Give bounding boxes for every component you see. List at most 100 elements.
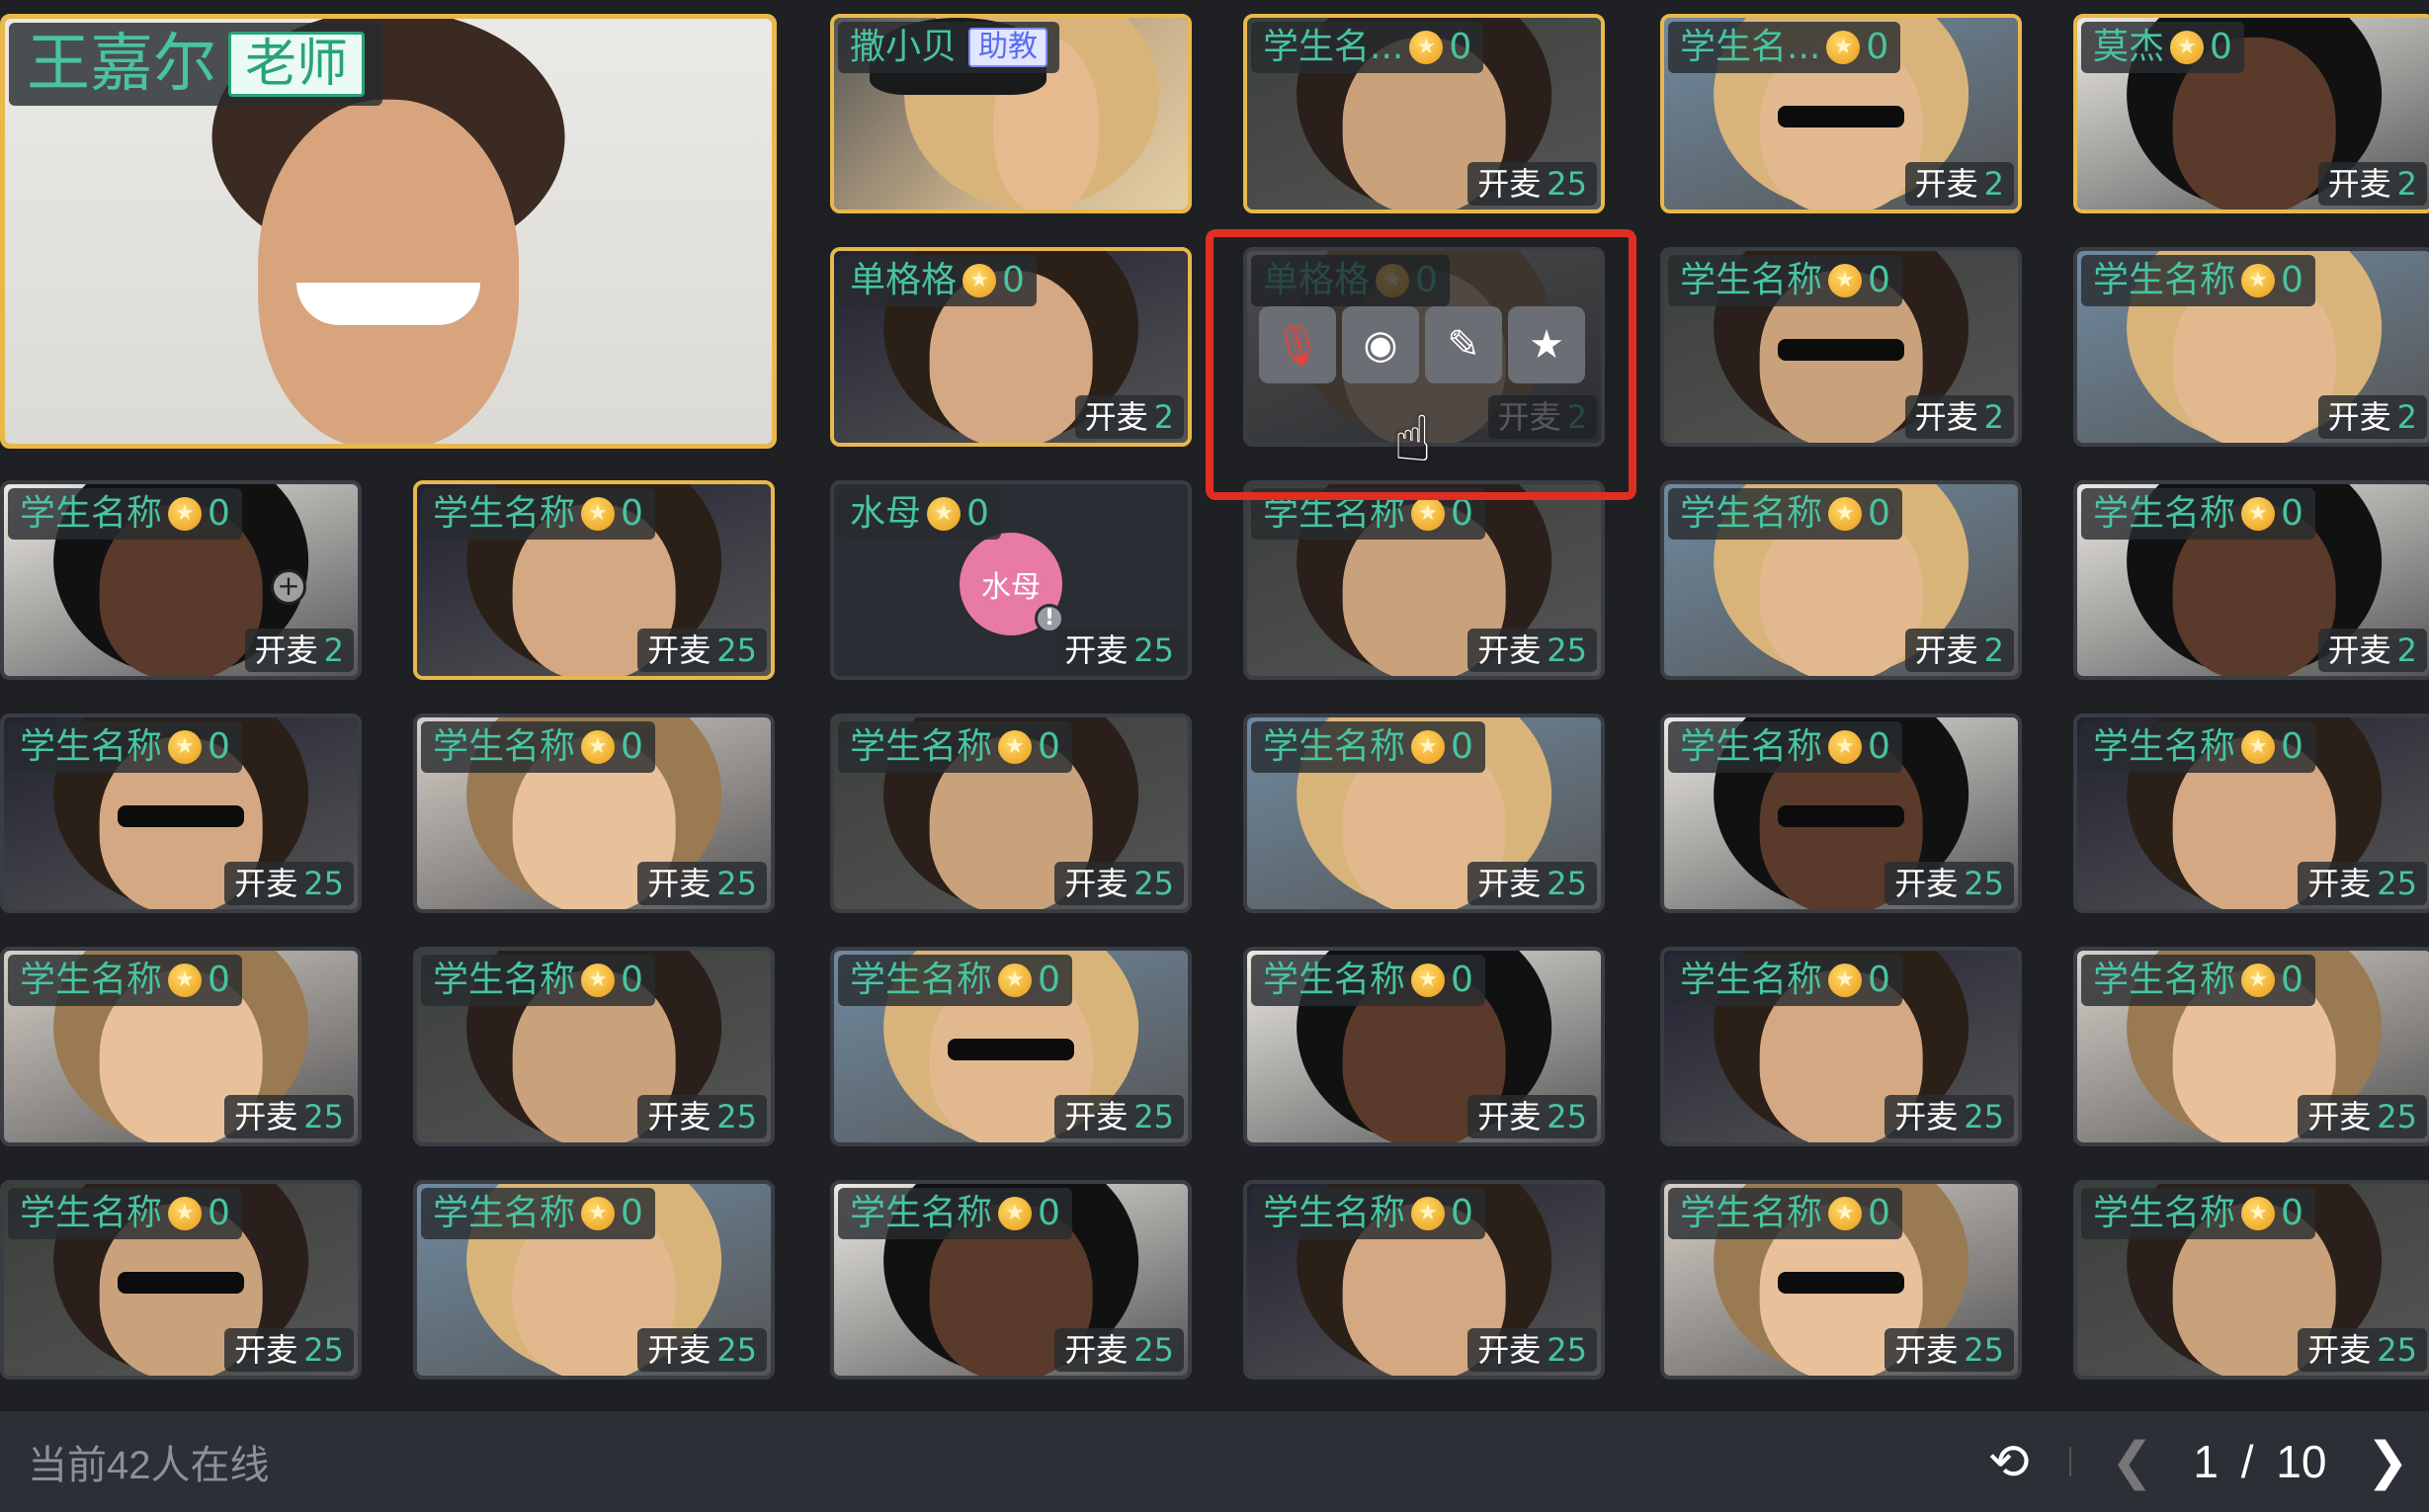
pencil-button[interactable]: ✎: [1425, 306, 1502, 383]
mic-count-tag: 开麦 25: [224, 1328, 354, 1372]
student-video-tile[interactable]: 学生名... ★ 0 开麦 2: [1660, 14, 2022, 213]
student-name: 莫杰: [2093, 27, 2165, 67]
star-icon: ★: [1409, 31, 1444, 64]
student-video-tile[interactable]: 学生名称 ★ 0 开麦 25: [2073, 714, 2429, 913]
mic-label: 开麦: [1914, 398, 1978, 436]
star-score: 0: [2281, 960, 2303, 1000]
mic-count-tag: 开麦 25: [1467, 1328, 1597, 1372]
student-video-tile[interactable]: 学生名称 ★ 0 开麦 25: [0, 947, 362, 1146]
star-score: 0: [1866, 27, 1889, 67]
student-video-tile[interactable]: 学生名称 ★ 0 开麦 25: [1660, 1180, 2022, 1380]
student-video-tile[interactable]: 单格格 ★ 0 开麦 2: [830, 247, 1192, 447]
star-icon: ★: [2241, 964, 2276, 997]
student-video-tile[interactable]: 学生名称 ★ 0 开麦 25: [1660, 947, 2022, 1146]
star-score: 0: [1451, 960, 1473, 1000]
chevron-left-icon[interactable]: ❮: [2111, 1432, 2154, 1491]
student-video-tile[interactable]: 学生名称 ★ 0 开麦 25: [1243, 947, 1605, 1146]
mic-count-tag: 开麦 25: [1467, 162, 1597, 206]
student-name: 学生名称: [2093, 1193, 2236, 1233]
mic-count-tag: 开麦 25: [1467, 862, 1597, 905]
student-name-tag: 学生名... ★ 0: [1251, 22, 1484, 73]
student-video-tile[interactable]: 学生名称 ★ 0 开麦 25: [413, 1180, 775, 1380]
student-video-tile[interactable]: 学生名称 ★ 0 开麦 25: [2073, 1180, 2429, 1380]
student-name: 学生名称: [1263, 960, 1406, 1000]
student-name: 学生名称: [1680, 726, 1823, 767]
student-video-tile[interactable]: 学生名称 ★ 0 开麦 25: [1243, 714, 1605, 913]
mic-label: 开麦: [1477, 1098, 1542, 1135]
student-name: 学生名称: [20, 1193, 163, 1233]
mic-count-tag: 开麦 25: [1885, 862, 2014, 905]
student-name: 学生名称: [433, 493, 576, 534]
student-video-tile[interactable]: 学生名称 ★ 0 开麦 2: [2073, 480, 2429, 680]
student-name-tag: 学生名称 ★ 0: [2081, 255, 2315, 306]
student-name-tag: 学生名称 ★ 0: [421, 488, 655, 540]
star-score: 0: [208, 960, 230, 1000]
mic-count-tag: 开麦 25: [1054, 629, 1184, 672]
student-video-tile[interactable]: 水母! 水母 ★ 0 开麦 25: [830, 480, 1192, 680]
mic-label: 开麦: [647, 1331, 712, 1369]
student-video-tile[interactable]: 学生名称 ★ 0 开麦 25: [830, 714, 1192, 913]
camera-button[interactable]: ◉: [1342, 306, 1419, 383]
student-video-tile[interactable]: 学生名称 ★ 0 开麦 25: [1243, 1180, 1605, 1380]
student-video-tile[interactable]: 学生名称 ★ 0 开麦 25: [2073, 947, 2429, 1146]
student-name-tag: 学生名称 ★ 0: [1251, 721, 1485, 773]
student-name: 水母: [850, 493, 922, 534]
mic-count: 25: [1133, 1331, 1174, 1369]
assistant-name: 撒小贝: [850, 27, 958, 67]
student-video-tile[interactable]: 学生名称 ★ 0 开麦 25: [0, 1180, 362, 1380]
mic-label: 开麦: [647, 631, 712, 669]
student-name-tag: 水母 ★ 0: [838, 488, 1001, 540]
mic-count-tag: 开麦 25: [2298, 1328, 2427, 1372]
star-icon: ★: [581, 1197, 616, 1230]
student-name-tag: 学生名... ★ 0: [1668, 22, 1901, 73]
refresh-icon[interactable]: ⟲: [1988, 1433, 2030, 1490]
current-page: 1: [2193, 1436, 2219, 1487]
student-name: 学生名称: [2093, 260, 2236, 300]
mic-count: 25: [1547, 631, 1587, 669]
page-separator: /: [2240, 1436, 2254, 1487]
student-video-tile[interactable]: 学生名称 ★ 0 开麦 2: [1660, 480, 2022, 680]
student-name-tag: 学生名称 ★ 0: [1251, 1188, 1485, 1239]
student-video-tile[interactable]: 学生名称 ★ 0 开麦 25: [413, 480, 775, 680]
star-score: 0: [2281, 493, 2303, 534]
mic-count-tag: 开麦 25: [1885, 1095, 2014, 1138]
student-video-tile[interactable]: 学生名称 ★ 0 开麦 2: [1660, 247, 2022, 447]
star-button[interactable]: ★: [1508, 306, 1585, 383]
chevron-right-icon[interactable]: ❯: [2366, 1432, 2409, 1491]
student-video-tile[interactable]: 学生名称 ★ 0 开麦 2 +: [0, 480, 362, 680]
pager-label: 1 / 10: [2193, 1435, 2326, 1488]
student-video-tile[interactable]: 学生名称 ★ 0 开麦 25: [830, 947, 1192, 1146]
teacher-video-tile[interactable]: 王嘉尔 老师: [0, 14, 777, 449]
student-video-tile[interactable]: 学生名称 ★ 0 开麦 25: [830, 1180, 1192, 1380]
student-video-tile[interactable]: 学生名称 ★ 0 开麦 25: [413, 947, 775, 1146]
mic-count: 25: [1133, 1098, 1174, 1135]
mic-count: 25: [1133, 631, 1174, 669]
assistant-video-tile[interactable]: 撒小贝 助教: [830, 14, 1192, 213]
mic-label: 开麦: [2307, 1098, 2372, 1135]
star-icon: ★: [2170, 31, 2205, 64]
student-video-tile[interactable]: 学生名... ★ 0 开麦 25: [1243, 14, 1605, 213]
mic-count-tag: 开麦2: [1904, 162, 2014, 206]
student-video-tile[interactable]: 学生名称 ★ 0 开麦 25: [1243, 480, 1605, 680]
student-name-tag: 学生名称 ★ 0: [1668, 255, 1902, 306]
star-icon: ★: [1826, 31, 1861, 64]
student-video-tile[interactable]: 学生名称 ★ 0 开麦 2: [2073, 247, 2429, 447]
footer-bar: 当前42人在线 ⟲ ❮ 1 / 10 ❯: [0, 1411, 2429, 1512]
mic-off-button[interactable]: 🎙: [1259, 306, 1336, 383]
student-name: 学生名称: [1263, 493, 1406, 534]
student-name: 学生名称: [433, 960, 576, 1000]
student-video-tile[interactable]: 莫杰 ★ 0 开麦 2: [2073, 14, 2429, 213]
zoom-in-icon[interactable]: +: [271, 569, 306, 605]
student-video-tile[interactable]: 学生名称 ★ 0 开麦 25: [0, 714, 362, 913]
student-name: 学生名称: [2093, 726, 2236, 767]
star-score: 0: [1038, 726, 1060, 767]
student-name: 学生名...: [1263, 27, 1404, 67]
star-score: 0: [2210, 27, 2232, 67]
mic-count: 25: [1547, 865, 1587, 902]
mic-label: 开麦: [1064, 1331, 1129, 1369]
mic-count-tag: 开麦 25: [2298, 1095, 2427, 1138]
student-video-tile[interactable]: 学生名称 ★ 0 开麦 25: [1660, 714, 2022, 913]
student-video-tile[interactable]: 学生名称 ★ 0 开麦 25: [413, 714, 775, 913]
star-score: 0: [1451, 493, 1473, 534]
student-name: 学生名称: [20, 493, 163, 534]
